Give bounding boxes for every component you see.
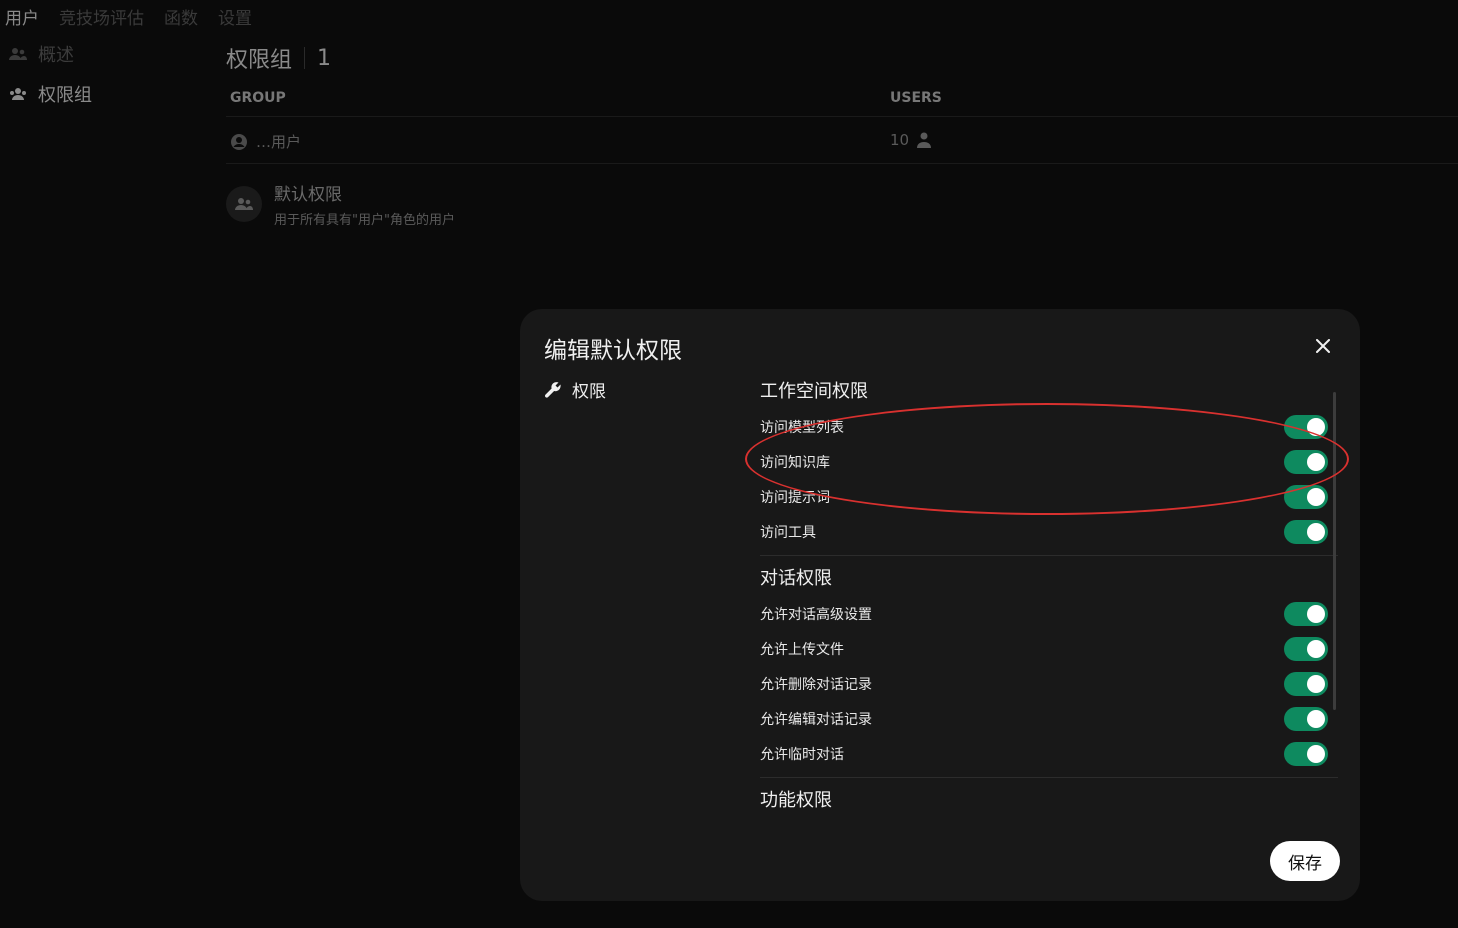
modal-title: 编辑默认权限 (544, 338, 682, 364)
toggle-knob (1307, 675, 1325, 693)
toggle-knob (1307, 640, 1325, 658)
section-workspace-permissions: 工作空间权限 访问模型列表 访问知识库 访问提示词 访问工具 (760, 375, 1338, 549)
toggle-edit-chats[interactable] (1284, 707, 1328, 731)
section-title: 功能权限 (760, 790, 832, 811)
default-permissions-title: 默认权限 (274, 185, 342, 205)
toggle-knob (1307, 418, 1325, 436)
perm-label: 允许对话高级设置 (760, 606, 872, 623)
perm-row-access-tools: 访问工具 (760, 514, 1338, 549)
section-title: 对话权限 (760, 568, 832, 589)
wrench-icon (544, 381, 561, 398)
default-permissions-text: 默认权限 用于所有具有"用户"角色的用户 (274, 180, 455, 228)
close-icon (1316, 339, 1330, 353)
scrollbar[interactable] (1333, 392, 1336, 710)
toggle-access-tools[interactable] (1284, 520, 1328, 544)
sidebar: 概述 权限组 (8, 40, 208, 120)
user-icon (917, 132, 932, 148)
default-permissions-description: 用于所有具有"用户"角色的用户 (274, 213, 455, 228)
toggle-knob (1307, 453, 1325, 471)
perm-label: 允许临时对话 (760, 746, 844, 763)
perm-label: 访问提示词 (760, 489, 830, 506)
toggle-access-knowledge[interactable] (1284, 450, 1328, 474)
tab-settings[interactable]: 设置 (218, 4, 252, 29)
tab-permissions-label: 权限 (572, 382, 606, 402)
toggle-knob (1307, 488, 1325, 506)
perm-label: 允许上传文件 (760, 641, 844, 658)
section-feature-permissions: 功能权限 (760, 784, 1338, 811)
perm-row-edit-chats: 允许编辑对话记录 (760, 701, 1338, 736)
save-button[interactable]: 保存 (1270, 841, 1340, 881)
tab-arena-eval[interactable]: 竞技场评估 (59, 4, 144, 29)
toggle-access-models[interactable] (1284, 415, 1328, 439)
edit-default-permissions-modal: 编辑默认权限 权限 工作空间权限 访问模型列表 访问知识库 访问提示词 访问工具… (520, 309, 1360, 901)
perm-row-upload-files: 允许上传文件 (760, 631, 1338, 666)
section-title: 工作空间权限 (760, 381, 868, 402)
sidebar-item-label: 权限组 (38, 85, 92, 106)
toggle-upload-files[interactable] (1284, 637, 1328, 661)
tab-users[interactable]: 用户 (5, 4, 39, 29)
section-chat-permissions: 对话权限 允许对话高级设置 允许上传文件 允许删除对话记录 允许编辑对话记录 允… (760, 562, 1338, 771)
top-tabs: 用户 竞技场评估 函数 设置 (5, 4, 252, 29)
toggle-access-prompts[interactable] (1284, 485, 1328, 509)
group-name-cell: …用户 (230, 131, 301, 152)
column-header-group: GROUP (230, 90, 286, 106)
toggle-knob (1307, 523, 1325, 541)
perm-label: 允许编辑对话记录 (760, 711, 872, 728)
user-circle-icon (231, 133, 247, 150)
page-title: 权限组 1 (226, 40, 1458, 76)
group-users-cell: 10 (890, 131, 932, 149)
table-header: GROUP USERS (226, 82, 1458, 117)
main-panel: 权限组 1 GROUP USERS …用户 10 默认权限 用于所有具有"用户"… (226, 40, 1458, 228)
group-name: …用户 (256, 133, 302, 151)
default-permissions-item[interactable]: 默认权限 用于所有具有"用户"角色的用户 (226, 180, 455, 228)
perm-row-access-prompts: 访问提示词 (760, 479, 1338, 514)
user-group-icon (8, 84, 28, 104)
group-user-count: 10 (890, 131, 910, 149)
page-title-text: 权限组 (226, 48, 293, 73)
table-row[interactable]: …用户 10 (226, 117, 1458, 164)
section-divider (760, 555, 1338, 556)
user-group-icon (235, 198, 253, 210)
perm-row-chat-advanced: 允许对话高级设置 (760, 596, 1338, 631)
sidebar-item-overview[interactable]: 概述 (8, 40, 208, 68)
perm-row-temporary-chat: 允许临时对话 (760, 736, 1338, 771)
page: 用户 竞技场评估 函数 设置 概述 权限组 权限组 1 GROUP USERS … (0, 0, 1458, 928)
toggle-temporary-chat[interactable] (1284, 742, 1328, 766)
perm-row-access-knowledge: 访问知识库 (760, 444, 1338, 479)
perm-label: 允许删除对话记录 (760, 676, 872, 693)
sidebar-item-groups[interactable]: 权限组 (8, 80, 208, 108)
perm-row-access-models: 访问模型列表 (760, 409, 1338, 444)
section-divider (760, 777, 1338, 778)
perm-label: 访问模型列表 (760, 419, 844, 436)
toggle-knob (1307, 605, 1325, 623)
perm-label: 访问工具 (760, 524, 816, 541)
close-button[interactable] (1312, 335, 1334, 357)
tab-permissions[interactable]: 权限 (544, 377, 606, 402)
tab-functions[interactable]: 函数 (164, 4, 198, 29)
users-icon (8, 44, 28, 64)
title-divider (304, 47, 306, 69)
default-permissions-avatar (226, 186, 262, 222)
toggle-chat-advanced[interactable] (1284, 602, 1328, 626)
permissions-scroll-area[interactable]: 工作空间权限 访问模型列表 访问知识库 访问提示词 访问工具 对话权限 允许对话… (760, 371, 1342, 811)
perm-label: 访问知识库 (760, 454, 830, 471)
group-count: 1 (317, 45, 332, 71)
sidebar-item-label: 概述 (38, 45, 74, 66)
toggle-delete-chats[interactable] (1284, 672, 1328, 696)
perm-row-delete-chats: 允许删除对话记录 (760, 666, 1338, 701)
toggle-knob (1307, 710, 1325, 728)
column-header-users: USERS (890, 90, 942, 106)
toggle-knob (1307, 745, 1325, 763)
